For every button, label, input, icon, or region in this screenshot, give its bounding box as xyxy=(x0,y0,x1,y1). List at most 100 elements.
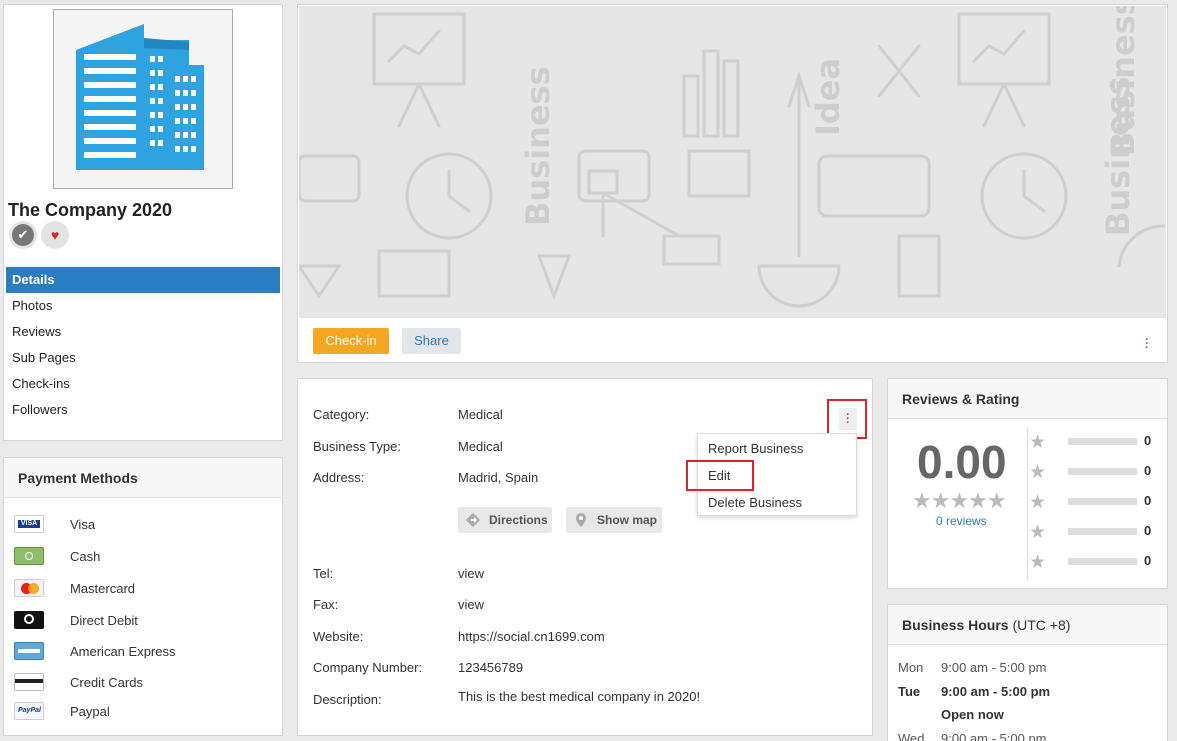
payment-label: Mastercard xyxy=(70,580,136,596)
rating-count: 0 xyxy=(1144,493,1152,508)
delete-business-item[interactable]: Delete Business xyxy=(708,495,802,510)
reviews-panel: Reviews & Rating 0.00 ★ ★ ★ ★ ★ 0 reviews ★ … xyxy=(887,378,1168,589)
checkmark-icon: ✔ xyxy=(12,224,34,246)
hours-time: 9:00 am - 5:00 pm xyxy=(941,660,1047,675)
star-icon: ★ xyxy=(1029,432,1047,453)
heart-icon: ♥ xyxy=(50,227,60,243)
business-type-label: Business Type: xyxy=(313,439,401,454)
payment-label: American Express xyxy=(70,643,176,659)
show-map-button[interactable]: Show map xyxy=(566,507,662,533)
description-value: This is the best medical company in 2020… xyxy=(458,689,701,704)
rating-score: 0.00 xyxy=(917,436,1007,488)
company-logo[interactable] xyxy=(53,9,233,189)
hours-timezone: (UTC +8) xyxy=(1012,617,1071,633)
star-icon: ★ xyxy=(1029,522,1047,543)
options-dropdown: Report Business Edit Delete Business xyxy=(686,433,857,516)
directions-icon xyxy=(464,511,482,529)
direct-debit-icon xyxy=(14,611,44,629)
website-link[interactable]: https://social.cn1699.com xyxy=(458,629,605,644)
hours-day: Wed xyxy=(898,731,925,741)
nav-item-sub-pages[interactable]: Sub Pages xyxy=(6,345,280,371)
more-options-bg: · · · xyxy=(839,408,857,430)
hours-title-text: Business Hours xyxy=(902,617,1009,633)
rating-row: ★ 0 xyxy=(1029,522,1159,543)
company-name: The Company 2020 xyxy=(8,200,173,220)
payment-label: Direct Debit xyxy=(70,612,138,628)
rating-row: ★ 0 xyxy=(1029,492,1159,513)
hours-time-today: 9:00 am - 5:00 pm xyxy=(941,684,1051,699)
rating-count: 0 xyxy=(1144,523,1152,538)
nav-item-followers[interactable]: Followers xyxy=(6,397,280,423)
cash-icon xyxy=(14,547,44,565)
hours-day-today: Tue xyxy=(898,684,921,699)
rating-row: ★ 0 xyxy=(1029,552,1159,573)
payment-methods-title: Payment Methods xyxy=(4,458,282,498)
more-options-icon: · · · xyxy=(846,409,850,429)
hours-time: 9:00 am - 5:00 pm xyxy=(941,731,1047,741)
category-link[interactable]: Medical xyxy=(458,407,503,422)
rating-count: 0 xyxy=(1144,463,1152,478)
nav-item-photos[interactable]: Photos xyxy=(6,293,280,319)
star-icon: ★ xyxy=(1029,552,1047,573)
rating-bar xyxy=(1068,498,1137,505)
rating-count: 0 xyxy=(1144,433,1152,448)
rating-bar xyxy=(1068,558,1137,565)
payment-label: Cash xyxy=(70,548,101,564)
tel-label: Tel: xyxy=(313,566,334,581)
payment-methods-panel: Payment Methods VISA Visa Cash Mastercar… xyxy=(3,457,283,736)
checkin-toggle-button[interactable]: ✔ xyxy=(9,221,37,249)
checkin-button[interactable]: Check-in xyxy=(313,328,389,354)
payment-label: Credit Cards xyxy=(70,674,143,690)
cover-more-options-icon[interactable]: · · · xyxy=(1145,335,1149,354)
nav-item-reviews[interactable]: Reviews xyxy=(6,319,280,345)
business-type-value: Medical xyxy=(458,439,503,454)
favorite-button[interactable]: ♥ xyxy=(41,221,69,249)
nav-item-check-ins[interactable]: Check-ins xyxy=(6,371,280,397)
cover-image: Business Idea Business Business xyxy=(299,6,1166,318)
divider xyxy=(1027,428,1028,580)
nav-item-details[interactable]: Details xyxy=(6,267,280,293)
doodle-text: Business xyxy=(519,66,557,226)
edit-highlight xyxy=(686,460,754,491)
hours-day: Mon xyxy=(898,660,924,675)
open-now-status: Open now xyxy=(941,707,1004,722)
visa-card-icon: VISA xyxy=(14,515,44,533)
rating-row: ★ 0 xyxy=(1029,462,1159,483)
address-label: Address: xyxy=(313,470,365,485)
business-hours-panel: Business Hours (UTC +8) Mon 9:00 am - 5:… xyxy=(887,604,1168,741)
map-pin-icon xyxy=(572,511,590,529)
rating-bar xyxy=(1068,468,1137,475)
directions-button[interactable]: Directions xyxy=(458,507,552,533)
reviews-title: Reviews & Rating xyxy=(888,379,1167,419)
show-map-label: Show map xyxy=(597,513,658,527)
rating-count: 0 xyxy=(1144,553,1152,568)
company-number-value: 123456789 xyxy=(458,660,524,675)
fax-view-link[interactable]: view xyxy=(458,597,484,612)
credit-card-icon xyxy=(14,673,44,691)
rating-bar xyxy=(1068,528,1137,535)
website-label: Website: xyxy=(313,629,364,644)
amex-card-icon xyxy=(14,642,44,660)
mastercard-icon xyxy=(14,579,44,597)
rating-row: ★ 0 xyxy=(1029,432,1159,453)
address-value: Madrid, Spain xyxy=(458,470,539,485)
tel-view-link[interactable]: view xyxy=(458,566,484,581)
building-icon xyxy=(54,10,232,188)
cover-panel: Business Idea Business Business Check-in… xyxy=(297,4,1168,363)
reviews-count-link[interactable]: 0 reviews xyxy=(936,514,987,528)
rating-bar xyxy=(1068,438,1137,445)
doodle-text: Idea xyxy=(809,58,847,136)
star-icon: ★ xyxy=(1029,462,1047,483)
category-label: Category: xyxy=(313,407,370,422)
paypal-icon: PayPal xyxy=(14,702,44,720)
directions-label: Directions xyxy=(489,513,548,527)
star-icon: ★ xyxy=(1029,492,1047,513)
details-panel: Category: Medical Business Type: Medical… xyxy=(297,378,873,736)
profile-nav: Details Photos Reviews Sub Pages Check-i… xyxy=(6,267,280,423)
payment-label: Paypal xyxy=(70,703,110,719)
doodle-text: Business xyxy=(1099,76,1137,236)
payment-label: Visa xyxy=(70,516,96,532)
business-hours-title: Business Hours (UTC +8) xyxy=(888,605,1167,645)
report-business-item[interactable]: Report Business xyxy=(708,441,803,456)
share-button[interactable]: Share xyxy=(402,328,461,354)
